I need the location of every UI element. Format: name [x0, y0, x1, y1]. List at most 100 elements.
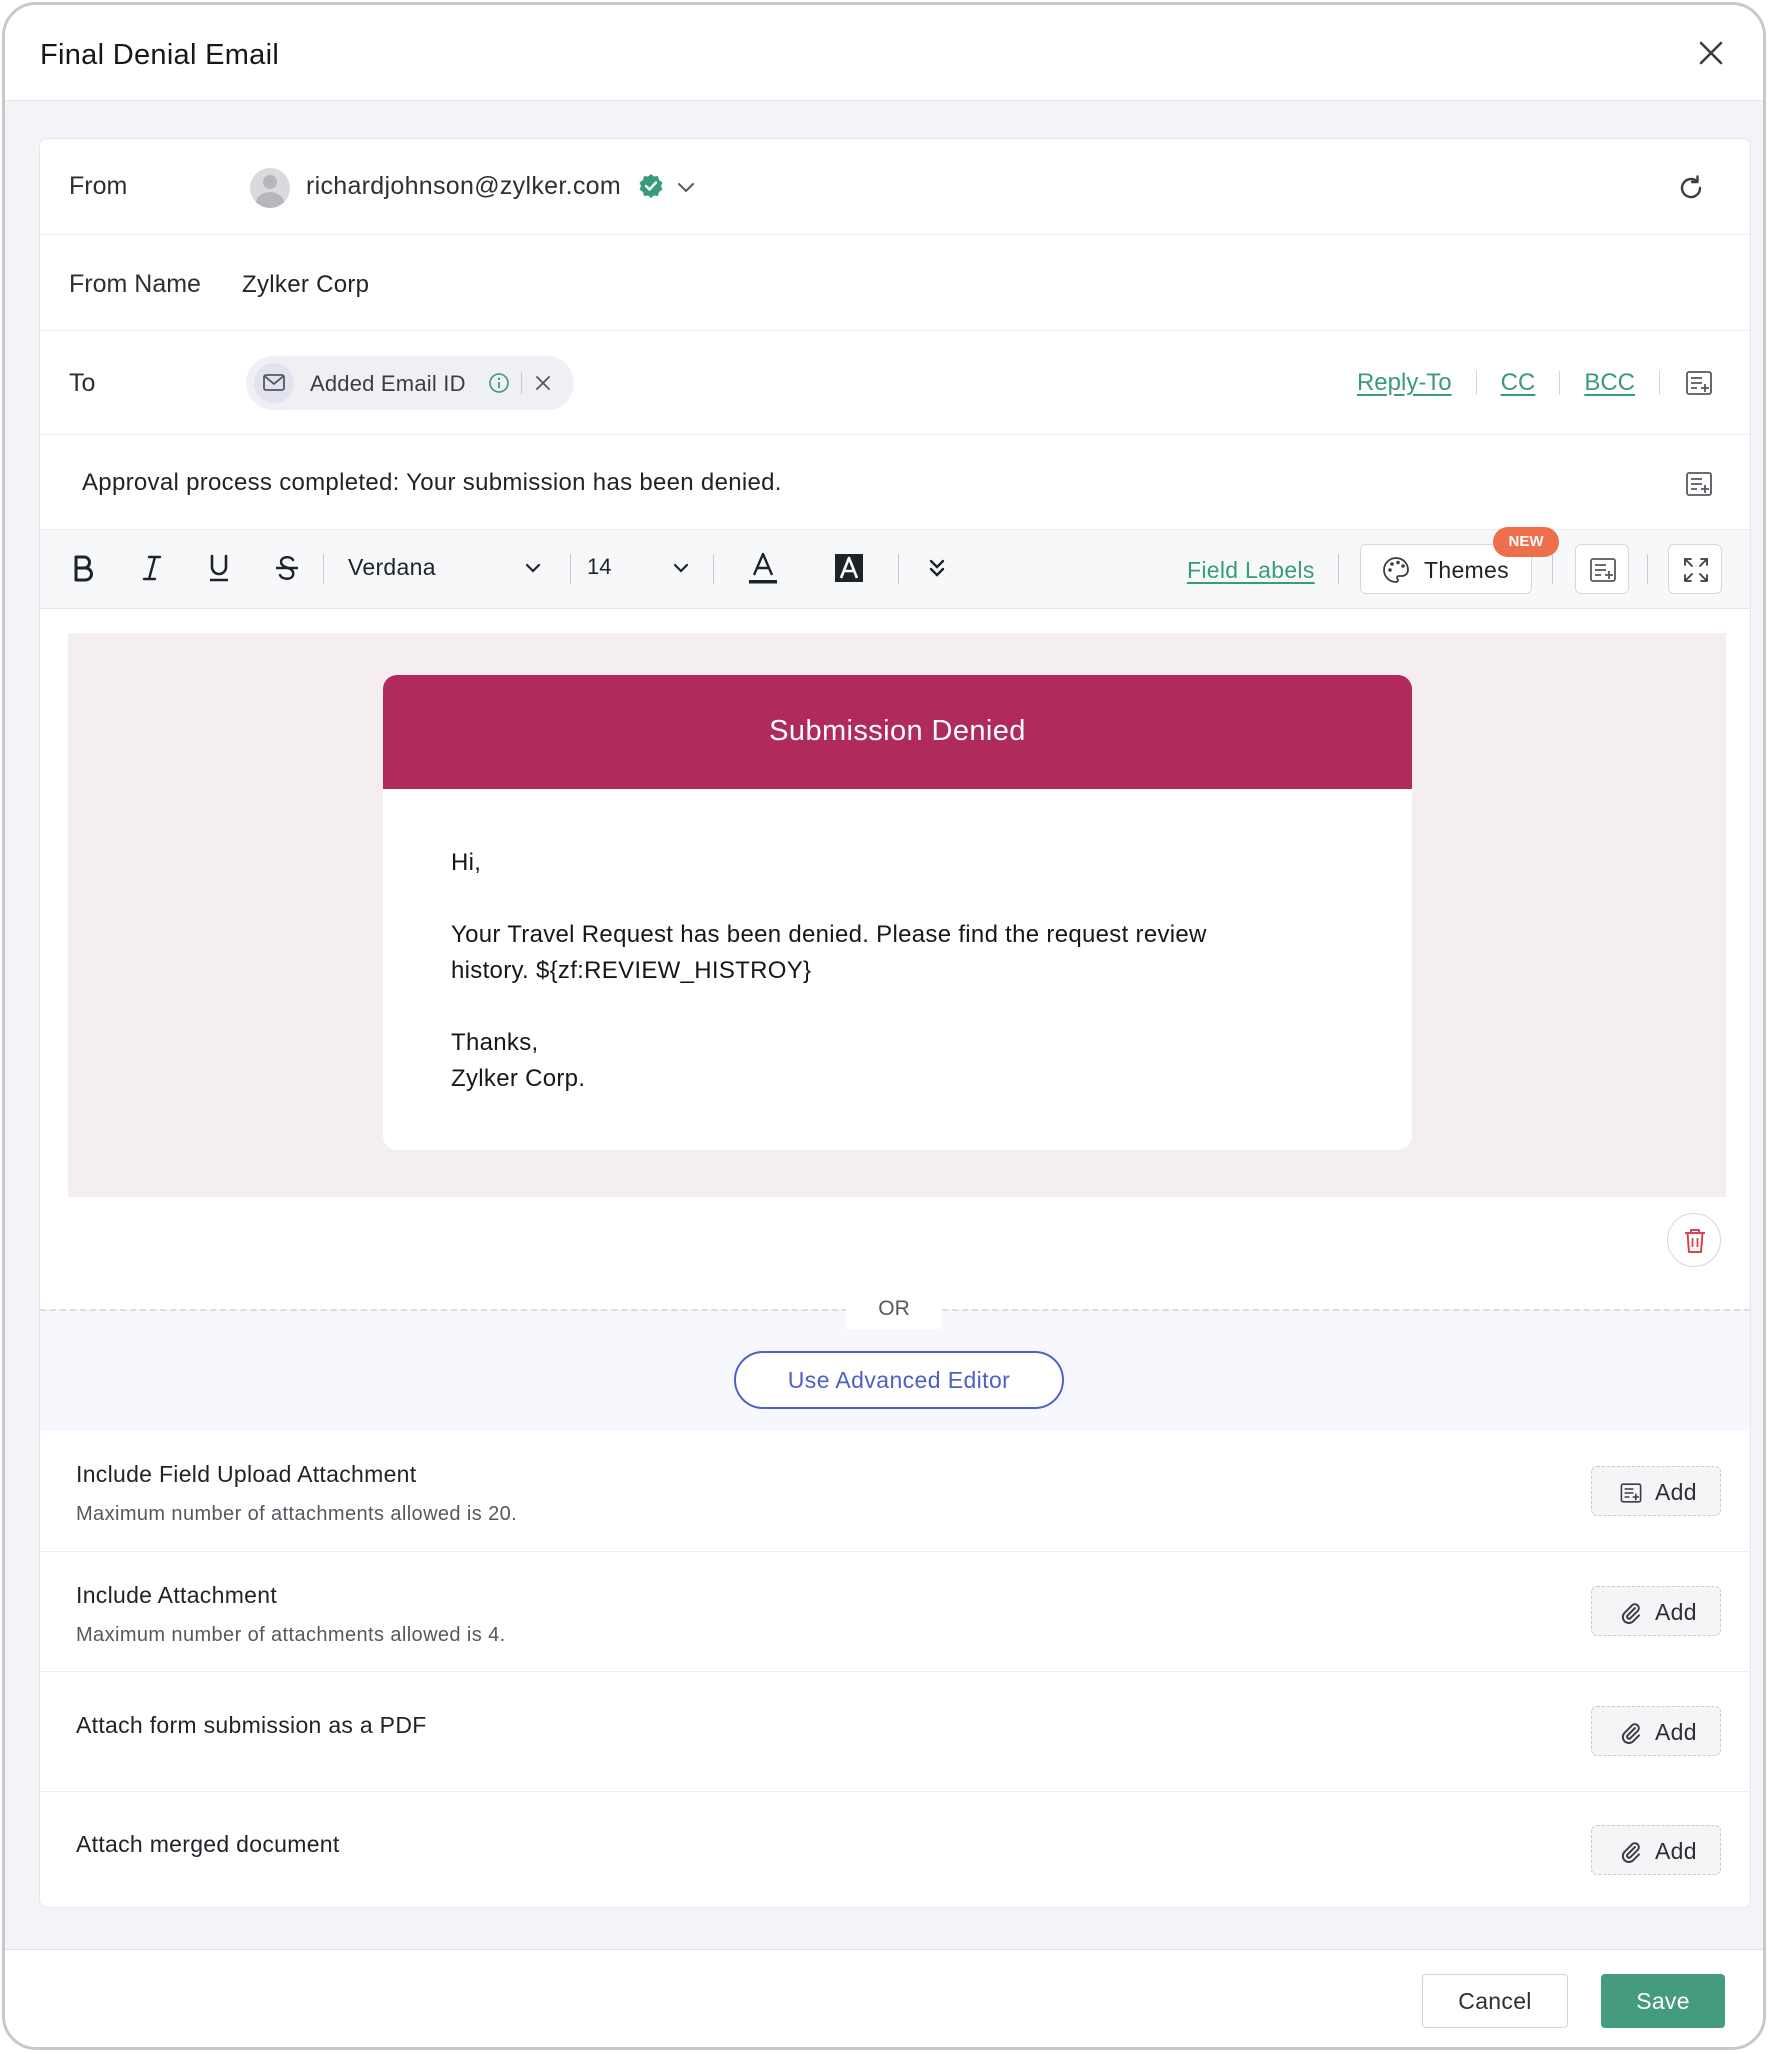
from-label: From [69, 172, 128, 200]
formatting-toolbar: Verdana 14 Field Labels Themes NEW [40, 527, 1750, 609]
chevron-down-icon[interactable] [668, 548, 694, 588]
chevron-down-icon[interactable] [520, 548, 546, 588]
dialog-header: Final Denial Email [5, 5, 1763, 101]
toolbar-divider [323, 554, 324, 584]
chevron-down-icon[interactable] [676, 177, 696, 197]
insert-field-icon [1620, 1483, 1642, 1503]
insert-field-icon [1590, 558, 1616, 582]
recipient-chip-label: Added Email ID [310, 371, 466, 396]
italic-button[interactable] [135, 548, 169, 588]
toolbar-divider [1552, 554, 1553, 584]
trash-icon [1685, 1229, 1705, 1253]
email-signature: Zylker Corp. [451, 1065, 586, 1092]
add-field-upload-attachment-button[interactable]: Add [1591, 1466, 1721, 1516]
info-icon[interactable] [488, 372, 510, 394]
add-label: Add [1655, 1838, 1697, 1864]
from-name-label: From Name [69, 270, 201, 298]
fullscreen-button[interactable] [1668, 544, 1722, 594]
insert-field-button[interactable] [1575, 544, 1629, 594]
attachment-subtitle: Maximum number of attachments allowed is… [76, 1503, 518, 1525]
email-greeting: Hi, [451, 849, 482, 876]
attachment-row: Include Attachment Maximum number of att… [40, 1551, 1750, 1671]
field-labels-link[interactable]: Field Labels [1187, 557, 1315, 584]
add-attachment-button[interactable]: Add [1591, 1586, 1721, 1636]
remove-recipient-icon[interactable] [532, 372, 554, 394]
palette-icon [1383, 557, 1409, 583]
delete-template-button[interactable] [1667, 1213, 1721, 1267]
cc-link[interactable]: CC [1501, 369, 1536, 397]
dialog-title: Final Denial Email [40, 39, 280, 71]
recipient-chip[interactable]: Added Email ID [246, 356, 574, 410]
highlight-color-icon[interactable] [832, 548, 866, 588]
verified-check-icon [638, 173, 664, 199]
attachment-title: Attach merged document [76, 1831, 340, 1857]
toolbar-divider [1338, 554, 1339, 584]
email-closing: Thanks, [451, 1029, 539, 1056]
toolbar-divider [1647, 554, 1648, 584]
strikethrough-button[interactable] [270, 548, 304, 588]
mail-icon [254, 363, 294, 403]
divider [1475, 371, 1477, 395]
attachment-row: Attach form submission as a PDF Add [40, 1671, 1750, 1791]
bcc-link[interactable]: BCC [1584, 369, 1635, 397]
attachment-title: Attach form submission as a PDF [76, 1712, 427, 1738]
editor-switch-section: OR Use Advanced Editor [40, 1289, 1750, 1431]
save-button[interactable]: Save [1601, 1974, 1725, 2028]
final-denial-email-dialog: Final Denial Email From richardjohnson@z… [2, 2, 1766, 2050]
insert-field-icon[interactable] [1684, 368, 1714, 398]
toolbar-divider [570, 554, 571, 584]
divider [1559, 371, 1561, 395]
from-email[interactable]: richardjohnson@zylker.com [306, 172, 621, 201]
email-header-title: Submission Denied [769, 715, 1026, 747]
from-name-field[interactable]: Zylker Corp [242, 271, 369, 299]
from-name-row: From Name Zylker Corp [40, 235, 1750, 331]
add-pdf-attachment-button[interactable]: Add [1591, 1706, 1721, 1756]
to-row: To Added Email ID Reply-To CC BCC [40, 331, 1750, 435]
email-header-banner: Submission Denied [383, 675, 1412, 789]
refresh-icon[interactable] [1676, 173, 1706, 203]
recipient-options: Reply-To CC BCC [1357, 365, 1714, 401]
themes-label: Themes [1424, 557, 1509, 583]
attachment-title: Include Field Upload Attachment [76, 1461, 417, 1487]
toolbar-divider [898, 554, 899, 584]
toolbar-divider [713, 554, 714, 584]
attachment-subtitle: Maximum number of attachments allowed is… [76, 1624, 506, 1646]
from-row: From richardjohnson@zylker.com [40, 139, 1750, 235]
add-merged-document-button[interactable]: Add [1591, 1825, 1721, 1875]
font-size-select[interactable]: 14 [587, 554, 611, 580]
email-body-line: history. ${zf:REVIEW_HISTROY} [451, 957, 812, 984]
new-badge: NEW [1493, 527, 1559, 557]
dialog-footer: Cancel Save [5, 1949, 1763, 2047]
bold-button[interactable] [66, 548, 100, 588]
more-options-icon[interactable] [922, 548, 952, 588]
subject-row: Approval process completed: Your submiss… [40, 435, 1750, 531]
avatar [250, 168, 290, 208]
use-advanced-editor-button[interactable]: Use Advanced Editor [734, 1351, 1064, 1409]
email-template-card: Submission Denied Hi, Your Travel Reques… [383, 675, 1412, 1150]
font-family-select[interactable]: Verdana [348, 554, 436, 581]
close-icon[interactable] [1693, 35, 1729, 71]
add-label: Add [1655, 1479, 1697, 1505]
reply-to-link[interactable]: Reply-To [1357, 369, 1452, 397]
add-label: Add [1655, 1599, 1697, 1625]
cancel-button[interactable]: Cancel [1422, 1974, 1568, 2028]
underline-button[interactable] [202, 548, 236, 588]
text-color-icon[interactable] [746, 548, 780, 588]
email-body-line: Your Travel Request has been denied. Ple… [451, 921, 1207, 948]
attachment-title: Include Attachment [76, 1582, 278, 1608]
or-divider-label: OR [846, 1289, 942, 1329]
email-editor-canvas[interactable]: Submission Denied Hi, Your Travel Reques… [68, 633, 1726, 1197]
attachment-row: Include Field Upload Attachment Maximum … [40, 1431, 1750, 1551]
divider [1659, 371, 1660, 395]
email-body-text[interactable]: Hi, Your Travel Request has been denied.… [451, 845, 1351, 1097]
subject-field[interactable]: Approval process completed: Your submiss… [82, 469, 782, 497]
to-label: To [69, 369, 96, 397]
attachment-row: Attach merged document Add [40, 1791, 1750, 1907]
chip-divider [521, 372, 522, 394]
insert-field-icon[interactable] [1684, 469, 1714, 499]
paperclip-icon [1621, 1603, 1640, 1624]
expand-icon [1684, 558, 1708, 582]
email-form-card: From richardjohnson@zylker.com From Name… [39, 138, 1751, 1908]
add-label: Add [1655, 1719, 1697, 1745]
paperclip-icon [1621, 1723, 1640, 1744]
